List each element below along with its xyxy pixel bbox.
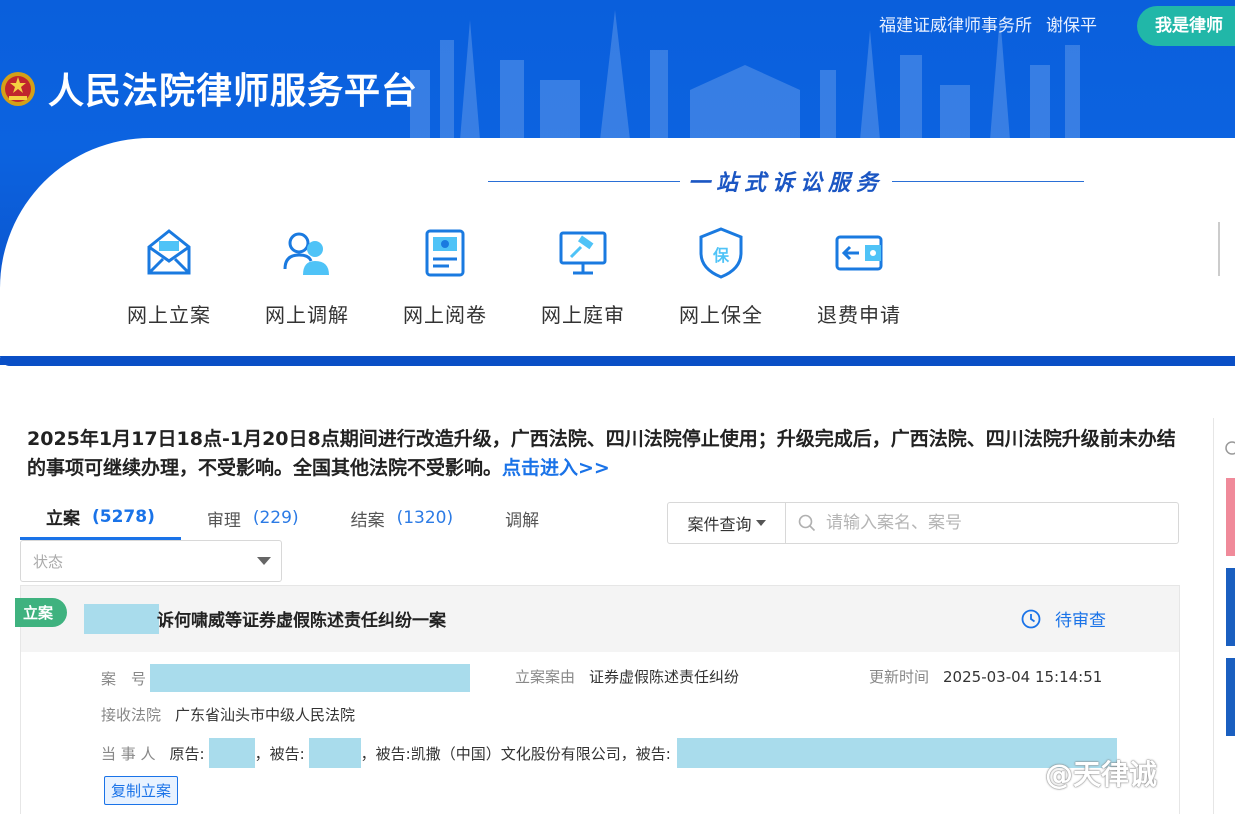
defendant-separator: ，被告: <box>360 744 411 763</box>
case-type-badge: 立案 <box>15 598 68 627</box>
update-time-label: 更新时间 <box>869 668 930 686</box>
case-card[interactable]: 立案 诉何啸威等证券虚假陈述责任纠纷一案 待审查 案 号 立案案由 证券虚假陈述… <box>15 585 1180 814</box>
parties-row: 当 事 人 原告: ，被告: ，被告: 凯撒（中国）文化股份有限公司，被告: <box>101 738 1117 768</box>
case-status: 待审查 <box>1021 606 1106 631</box>
defendant-company: 凯撒（中国）文化股份有限公司，被告: <box>410 744 671 763</box>
tab-mediation[interactable]: 调解 <box>505 500 539 540</box>
refund-icon <box>835 235 883 271</box>
search-type-label: 案件查询 <box>687 515 752 534</box>
tab-label: 调解 <box>505 510 540 531</box>
redacted-case-number <box>150 664 471 692</box>
platform-logo[interactable]: 人民法院律师服务平台 <box>0 62 418 114</box>
defendant-prefix: ，被告: <box>254 744 305 763</box>
tab-trial[interactable]: 审理 (229) <box>207 500 299 540</box>
gavel-screen-icon <box>559 231 607 275</box>
envelope-icon <box>147 229 191 275</box>
case-number-row: 案 号 <box>101 664 471 692</box>
header-user-bar: 福建证威律师事务所 谢保平 我是律师 <box>879 0 1235 46</box>
role-lawyer-button[interactable]: 我是律师 <box>1137 6 1235 46</box>
case-status-text: 待审查 <box>1055 611 1106 631</box>
case-tabs: 立案 (5278) 审理 (229) 结案 (1320) 调解 <box>20 500 591 540</box>
side-tab-pink[interactable] <box>1226 478 1235 556</box>
slogan-text: 一站式诉讼服务 <box>688 171 885 196</box>
service-label: 网上立案 <box>127 303 211 327</box>
shield-icon: 保 <box>699 227 743 279</box>
tab-label: 审理 <box>206 510 241 531</box>
service-list: 网上立案 网上调解 网上阅卷 网上庭审 保 网上保全 退费申请 <box>100 225 928 328</box>
search-input[interactable] <box>826 513 1166 533</box>
tab-label: 结案 <box>350 510 385 531</box>
case-cause-value: 证券虚假陈述责任纠纷 <box>589 668 740 686</box>
service-label: 网上调解 <box>265 303 349 327</box>
service-label: 网上阅卷 <box>403 303 487 327</box>
case-update-row: 更新时间 2025-03-04 15:14:51 <box>869 666 1102 687</box>
slogan: 一站式诉讼服务 <box>488 168 1085 196</box>
svg-text:保: 保 <box>712 246 730 265</box>
platform-title: 人民法院律师服务平台 <box>48 71 419 112</box>
service-online-filing[interactable]: 网上立案 <box>100 225 238 328</box>
search-input-wrap <box>786 503 1178 543</box>
court-row: 接收法院 广东省汕头市中级人民法院 <box>101 704 355 725</box>
service-label: 网上保全 <box>679 303 763 327</box>
court-label: 接收法院 <box>101 706 162 724</box>
case-cause-label: 立案案由 <box>515 668 576 686</box>
service-divider <box>1218 222 1220 276</box>
service-label: 网上庭审 <box>541 303 625 327</box>
court-value: 广东省汕头市中级人民法院 <box>175 706 356 724</box>
chevron-down-icon <box>755 520 766 526</box>
plaintiff-prefix: 原告: <box>169 744 205 763</box>
status-placeholder: 状态 <box>33 552 64 571</box>
case-search: 案件查询 <box>667 502 1179 544</box>
people-icon <box>283 232 329 275</box>
clock-icon <box>1225 441 1235 455</box>
page: 福建证威律师事务所 谢保平 我是律师 人民法院律师服务平台 一站式诉讼服务 网上… <box>0 0 1235 814</box>
slogan-line-left <box>488 180 680 182</box>
service-online-mediation[interactable]: 网上调解 <box>238 225 376 328</box>
search-icon <box>798 514 816 532</box>
redacted-plaintiff <box>208 738 255 768</box>
search-type-dropdown[interactable]: 案件查询 <box>668 503 786 543</box>
side-tab-blue[interactable] <box>1226 568 1235 646</box>
court-emblem-icon <box>1 72 35 106</box>
tab-closed[interactable]: 结案 (1320) <box>351 500 454 540</box>
tab-filing[interactable]: 立案 (5278) <box>20 500 181 540</box>
case-cause-row: 立案案由 证券虚假陈述责任纠纷 <box>515 666 739 687</box>
firm-name: 福建证威律师事务所 <box>879 15 1032 36</box>
status-select[interactable]: 状态 <box>20 540 282 582</box>
right-side-panel <box>1213 418 1235 814</box>
copy-filing-button[interactable]: 复制立案 <box>104 776 179 805</box>
service-refund-request[interactable]: 退费申请 <box>790 225 928 328</box>
case-number-label: 案 号 <box>101 669 147 688</box>
redacted-block <box>84 604 159 634</box>
document-icon <box>425 229 465 277</box>
notice-link[interactable]: 点击进入>> <box>502 457 610 479</box>
case-title[interactable]: 诉何啸威等证券虚假陈述责任纠纷一案 <box>157 606 446 631</box>
slogan-line-right <box>892 180 1085 182</box>
tab-count: (1320) <box>396 508 454 528</box>
chevron-down-icon <box>257 557 271 565</box>
service-online-reading[interactable]: 网上阅卷 <box>376 225 514 328</box>
clock-icon <box>1021 609 1041 628</box>
tab-label: 立案 <box>46 509 80 529</box>
tab-count: (229) <box>252 508 299 528</box>
case-header: 立案 诉何啸威等证券虚假陈述责任纠纷一案 待审查 <box>15 586 1179 652</box>
update-time-value: 2025-03-04 15:14:51 <box>943 667 1103 686</box>
watermark: @天律诚 <box>1045 758 1158 791</box>
parties-label: 当 事 人 <box>101 744 156 763</box>
tab-count: (5278) <box>92 506 155 527</box>
service-online-preservation[interactable]: 保 网上保全 <box>652 225 790 328</box>
service-online-trial[interactable]: 网上庭审 <box>514 225 652 328</box>
system-notice: 2025年1月17日18点-1月20日8点期间进行改造升级，广西法院、四川法院停… <box>27 425 1187 483</box>
redacted-defendant <box>308 738 361 768</box>
service-label: 退费申请 <box>817 303 901 327</box>
user-name[interactable]: 谢保平 <box>1046 11 1097 36</box>
side-tab-blue-2[interactable] <box>1226 658 1235 736</box>
